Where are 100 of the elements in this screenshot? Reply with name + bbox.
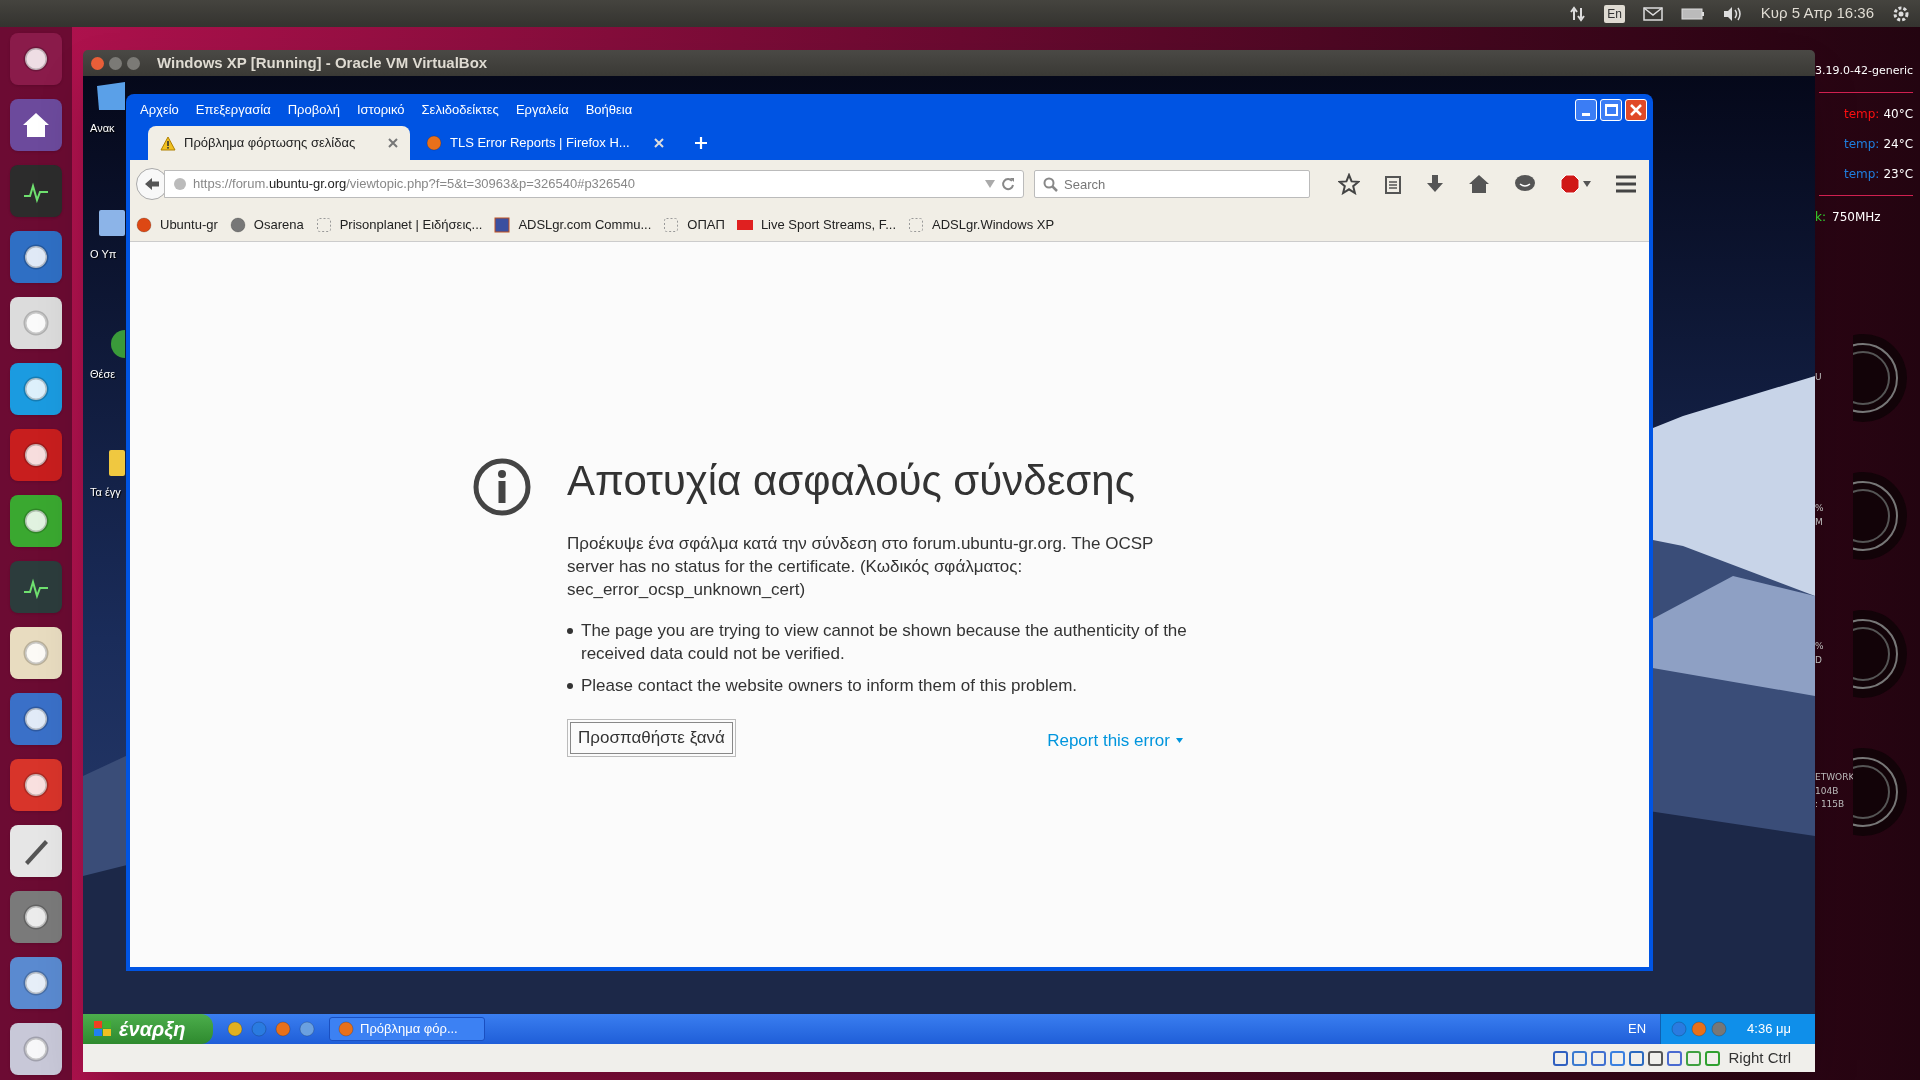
bullet-text: The page you are trying to view cannot be shown because the authenticity of the received data could not be verified. <box>581 620 1188 665</box>
status-icon[interactable] <box>1686 1050 1702 1066</box>
launcher-icon[interactable] <box>10 99 62 151</box>
star-icon[interactable] <box>1338 173 1360 195</box>
battery-icon[interactable] <box>1680 6 1705 21</box>
close-button[interactable] <box>1625 98 1647 121</box>
taskbar-button[interactable]: Πρόβλημα φόρ... <box>329 1017 485 1041</box>
tray-icon <box>1671 1021 1688 1037</box>
mail-icon[interactable] <box>1642 6 1663 21</box>
menu-item[interactable]: Βοήθεια <box>585 99 633 120</box>
gauge-label: M <box>1815 515 1824 529</box>
launcher-icon[interactable] <box>10 495 62 547</box>
firefox-icon <box>426 135 442 151</box>
menu-item[interactable]: Αρχείο <box>140 99 179 120</box>
gauge-label: % <box>1815 502 1825 515</box>
bookmark-item[interactable]: Live Sport Streams, F... <box>736 214 896 235</box>
settings-icon[interactable] <box>1892 4 1910 23</box>
temp-value: 40°C <box>1883 105 1914 123</box>
caret-icon <box>1583 181 1591 187</box>
quick-launch-icon <box>227 1021 243 1037</box>
launcher-icon[interactable] <box>10 891 62 943</box>
menu-item[interactable]: Σελιδοδείκτες <box>421 99 499 120</box>
gauge-label: D <box>1815 653 1823 667</box>
reload-icon[interactable] <box>1001 177 1015 191</box>
temp-value: 23°C <box>1883 165 1914 183</box>
url-field[interactable]: https://forum.ubuntu-gr.org/viewtopic.php?f=5&t=30963&p=326540#p326540 <box>164 170 1024 198</box>
launcher-icon[interactable] <box>10 33 62 85</box>
search-input[interactable]: Search <box>1064 171 1301 197</box>
launcher-icon[interactable] <box>10 561 62 613</box>
adblock-button[interactable] <box>1560 174 1591 194</box>
status-icon[interactable] <box>1553 1050 1569 1066</box>
status-icon[interactable] <box>1705 1050 1721 1066</box>
status-icon[interactable] <box>1610 1050 1626 1066</box>
freq-value: 750MHz <box>1832 208 1881 226</box>
close-tab-icon[interactable] <box>388 138 398 148</box>
status-icon[interactable] <box>1648 1050 1664 1066</box>
bookmark-item[interactable]: Prisonplanet | Ειδήσεις... <box>315 214 483 235</box>
keyboard-indicator[interactable]: En <box>1604 4 1625 23</box>
kernel-version: 3.19.0-42-generic <box>1815 63 1914 79</box>
launcher-icon[interactable] <box>10 429 62 481</box>
status-icon[interactable] <box>1629 1050 1645 1066</box>
menu-item[interactable]: Επεξεργασία <box>195 99 271 120</box>
panel-clock[interactable]: Κυρ 5 Απρ 16:36 <box>1760 2 1874 25</box>
clipboard-icon[interactable] <box>1384 174 1402 194</box>
home-icon[interactable] <box>1468 174 1490 194</box>
status-icon[interactable] <box>1572 1050 1588 1066</box>
start-button[interactable]: έναρξη <box>83 1014 213 1044</box>
bookmark-icon <box>663 216 680 233</box>
bookmark-item[interactable]: ADSLgr.Windows XP <box>908 214 1055 235</box>
bookmark-item[interactable]: Ubuntu-gr <box>136 214 218 235</box>
bookmark-item[interactable]: ΟΠΑΠ <box>663 214 725 235</box>
language-indicator[interactable]: EN <box>1628 1019 1647 1039</box>
quick-launch-icon <box>299 1021 315 1037</box>
status-icon[interactable] <box>1667 1050 1683 1066</box>
quick-launch-icon <box>251 1021 267 1037</box>
window-title: Windows XP [Running] - Oracle VM VirtualBox <box>157 52 488 73</box>
launcher-icon[interactable] <box>10 957 62 1009</box>
gauge-label: U <box>1815 370 1823 384</box>
launcher-icon[interactable] <box>10 693 62 745</box>
warning-icon <box>160 135 176 151</box>
globe-icon <box>173 177 187 191</box>
menu-icon[interactable] <box>1615 175 1637 193</box>
maximize-button[interactable] <box>1600 98 1622 121</box>
menu-item[interactable]: Ιστορικό <box>356 99 405 120</box>
minimize-button[interactable] <box>109 56 122 70</box>
firefox-icon <box>338 1021 354 1037</box>
launcher-icon[interactable] <box>10 165 62 217</box>
close-button[interactable] <box>91 56 104 70</box>
temp-value: 24°C <box>1883 135 1914 153</box>
desktop-icon-label: Τα έγγ <box>90 485 121 500</box>
launcher-icon[interactable] <box>10 231 62 283</box>
menu-item[interactable]: Εργαλεία <box>515 99 569 120</box>
tray-icon <box>1711 1021 1728 1037</box>
desktop-icon-label: Θέσε <box>90 367 116 382</box>
volume-icon[interactable] <box>1722 5 1743 22</box>
desktop-icon-label: Ο Υπ <box>90 247 117 262</box>
launcher-icon[interactable] <box>10 825 62 877</box>
browser-tab[interactable]: TLS Error Reports | Firefox H... <box>414 126 676 160</box>
host-key-label: Right Ctrl <box>1728 1047 1791 1068</box>
info-icon <box>473 458 531 516</box>
browser-tab[interactable]: Πρόβλημα φόρτωσης σελίδας <box>148 126 410 160</box>
error-title: Αποτυχία ασφαλούς σύνδεσης <box>567 456 1136 506</box>
chat-icon[interactable] <box>1514 174 1536 194</box>
search-box[interactable]: Search <box>1034 170 1310 198</box>
network-arrows-icon[interactable] <box>1570 5 1587 22</box>
status-icon[interactable] <box>1591 1050 1607 1066</box>
menu-item[interactable]: Προβολή <box>287 99 340 120</box>
bookmark-icon <box>229 216 246 233</box>
gauge-label: % <box>1815 640 1825 653</box>
launcher-icon[interactable] <box>10 759 62 811</box>
launcher-icon[interactable] <box>10 363 62 415</box>
gauge-label: ETWORK <box>1815 771 1853 785</box>
minimize-button[interactable] <box>1575 98 1597 121</box>
try-again-button[interactable]: Προσπαθήστε ξανά <box>567 719 736 757</box>
download-icon[interactable] <box>1426 174 1444 194</box>
maximize-button[interactable] <box>127 56 140 70</box>
bookmark-item[interactable]: Osarena <box>229 214 304 235</box>
windows-flag-icon <box>93 1020 113 1038</box>
bookmark-item[interactable]: ADSLgr.com Commu... <box>494 214 652 235</box>
new-tab-icon[interactable] <box>694 136 708 150</box>
